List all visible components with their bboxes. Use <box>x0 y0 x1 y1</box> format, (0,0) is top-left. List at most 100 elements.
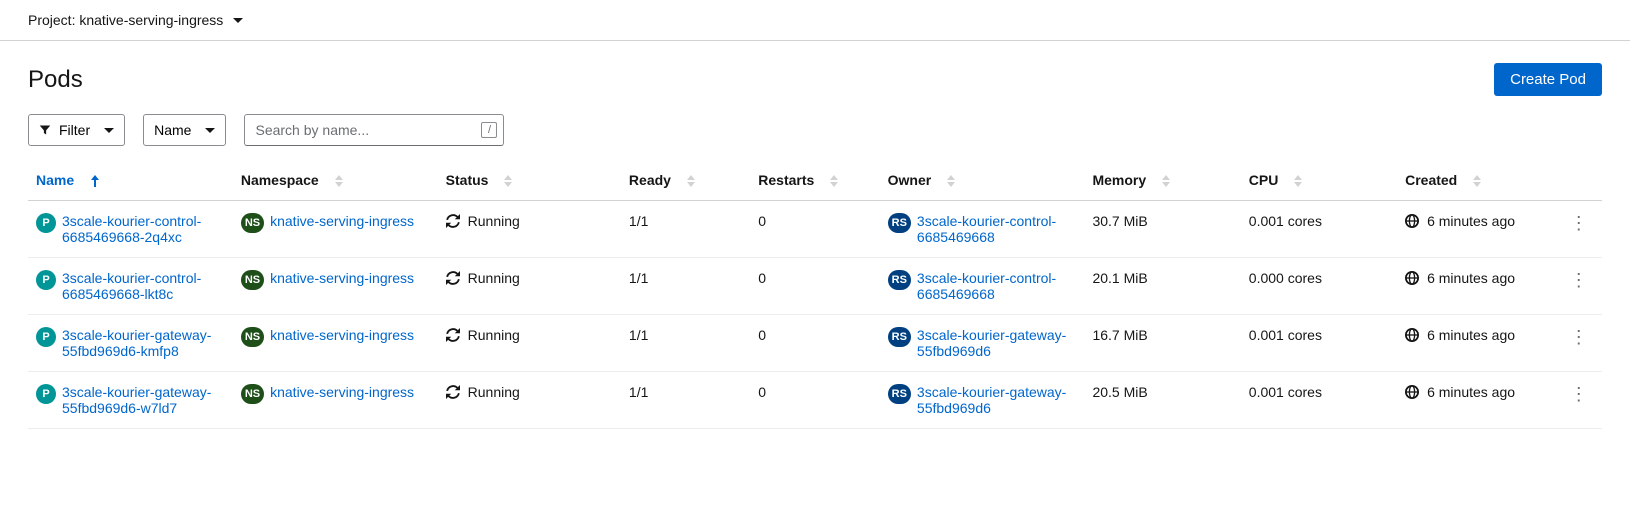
cpu-text: 0.000 cores <box>1249 270 1322 286</box>
project-name: knative-serving-ingress <box>79 12 223 28</box>
cpu-text: 0.001 cores <box>1249 327 1322 343</box>
namespace-link[interactable]: knative-serving-ingress <box>270 327 414 343</box>
ready-text: 1/1 <box>629 270 648 286</box>
sort-icon <box>687 175 695 187</box>
restarts-text: 0 <box>758 327 766 343</box>
owner-link[interactable]: 3scale-kourier-control-6685469668 <box>917 270 1077 302</box>
pod-link[interactable]: 3scale-kourier-control-6685469668-2q4xc <box>62 213 225 245</box>
namespace-badge-icon: NS <box>241 270 264 290</box>
memory-text: 30.7 MiB <box>1092 213 1147 229</box>
globe-icon <box>1405 328 1419 342</box>
project-label: Project: knative-serving-ingress <box>28 12 223 28</box>
pod-badge-icon: P <box>36 384 56 404</box>
sort-icon <box>335 175 343 187</box>
chevron-down-icon <box>104 128 114 133</box>
memory-text: 20.5 MiB <box>1092 384 1147 400</box>
namespace-link[interactable]: knative-serving-ingress <box>270 270 414 286</box>
kebab-menu-button[interactable]: ⋮ <box>1567 270 1591 291</box>
status-text: Running <box>468 213 520 229</box>
filter-dropdown[interactable]: Filter <box>28 114 125 146</box>
created-text: 6 minutes ago <box>1427 327 1515 343</box>
table-row: P 3scale-kourier-control-6685469668-2q4x… <box>28 201 1602 258</box>
replicaset-badge-icon: RS <box>888 327 911 347</box>
kebab-menu-button[interactable]: ⋮ <box>1567 384 1591 405</box>
page-title: Pods <box>28 66 83 94</box>
project-prefix: Project: <box>28 12 79 28</box>
table-row: P 3scale-kourier-control-6685469668-lkt8… <box>28 258 1602 315</box>
pod-badge-icon: P <box>36 327 56 347</box>
status-text: Running <box>468 270 520 286</box>
owner-link[interactable]: 3scale-kourier-control-6685469668 <box>917 213 1077 245</box>
column-header-created[interactable]: Created <box>1397 160 1559 201</box>
sync-icon <box>446 385 460 399</box>
pods-table: Name Namespace Status <box>28 160 1602 429</box>
column-header-name[interactable]: Name <box>28 160 233 201</box>
replicaset-badge-icon: RS <box>888 270 911 290</box>
table-row: P 3scale-kourier-gateway-55fbd969d6-w7ld… <box>28 372 1602 429</box>
owner-link[interactable]: 3scale-kourier-gateway-55fbd969d6 <box>917 327 1077 359</box>
replicaset-badge-icon: RS <box>888 384 911 404</box>
chevron-down-icon <box>205 128 215 133</box>
created-text: 6 minutes ago <box>1427 270 1515 286</box>
namespace-badge-icon: NS <box>241 327 264 347</box>
sort-icon <box>1473 175 1481 187</box>
column-header-owner[interactable]: Owner <box>880 160 1085 201</box>
pod-badge-icon: P <box>36 213 56 233</box>
pod-link[interactable]: 3scale-kourier-gateway-55fbd969d6-kmfp8 <box>62 327 225 359</box>
sync-icon <box>446 271 460 285</box>
search-field-label: Name <box>154 122 191 138</box>
memory-text: 16.7 MiB <box>1092 327 1147 343</box>
sort-icon <box>947 175 955 187</box>
owner-link[interactable]: 3scale-kourier-gateway-55fbd969d6 <box>917 384 1077 416</box>
kebab-menu-button[interactable]: ⋮ <box>1567 213 1591 234</box>
cpu-text: 0.001 cores <box>1249 384 1322 400</box>
column-header-cpu[interactable]: CPU <box>1241 160 1397 201</box>
filter-icon <box>39 124 51 136</box>
column-header-memory[interactable]: Memory <box>1084 160 1240 201</box>
sort-icon <box>504 175 512 187</box>
sync-icon <box>446 328 460 342</box>
status-text: Running <box>468 384 520 400</box>
sort-icon <box>1294 175 1302 187</box>
sort-icon <box>830 175 838 187</box>
globe-icon <box>1405 385 1419 399</box>
restarts-text: 0 <box>758 384 766 400</box>
ready-text: 1/1 <box>629 213 648 229</box>
sort-ascending-icon <box>90 175 100 187</box>
namespace-badge-icon: NS <box>241 213 264 233</box>
sync-icon <box>446 214 460 228</box>
search-input-wrap: / <box>244 114 504 146</box>
search-field-dropdown[interactable]: Name <box>143 114 226 146</box>
memory-text: 20.1 MiB <box>1092 270 1147 286</box>
pod-badge-icon: P <box>36 270 56 290</box>
namespace-link[interactable]: knative-serving-ingress <box>270 213 414 229</box>
sort-icon <box>1162 175 1170 187</box>
create-pod-button[interactable]: Create Pod <box>1494 63 1602 96</box>
cpu-text: 0.001 cores <box>1249 213 1322 229</box>
column-header-actions <box>1559 160 1602 201</box>
column-header-ready[interactable]: Ready <box>621 160 750 201</box>
globe-icon <box>1405 271 1419 285</box>
restarts-text: 0 <box>758 270 766 286</box>
namespace-badge-icon: NS <box>241 384 264 404</box>
pod-link[interactable]: 3scale-kourier-gateway-55fbd969d6-w7ld7 <box>62 384 225 416</box>
replicaset-badge-icon: RS <box>888 213 911 233</box>
restarts-text: 0 <box>758 213 766 229</box>
search-input[interactable] <box>255 122 481 138</box>
created-text: 6 minutes ago <box>1427 213 1515 229</box>
pod-link[interactable]: 3scale-kourier-control-6685469668-lkt8c <box>62 270 225 302</box>
column-header-restarts[interactable]: Restarts <box>750 160 879 201</box>
ready-text: 1/1 <box>629 384 648 400</box>
table-row: P 3scale-kourier-gateway-55fbd969d6-kmfp… <box>28 315 1602 372</box>
project-selector[interactable]: Project: knative-serving-ingress <box>0 0 1630 41</box>
kebab-menu-button[interactable]: ⋮ <box>1567 327 1591 348</box>
filter-label: Filter <box>59 122 90 138</box>
status-text: Running <box>468 327 520 343</box>
created-text: 6 minutes ago <box>1427 384 1515 400</box>
namespace-link[interactable]: knative-serving-ingress <box>270 384 414 400</box>
globe-icon <box>1405 214 1419 228</box>
column-header-namespace[interactable]: Namespace <box>233 160 438 201</box>
ready-text: 1/1 <box>629 327 648 343</box>
column-header-status[interactable]: Status <box>438 160 621 201</box>
chevron-down-icon <box>233 18 243 23</box>
